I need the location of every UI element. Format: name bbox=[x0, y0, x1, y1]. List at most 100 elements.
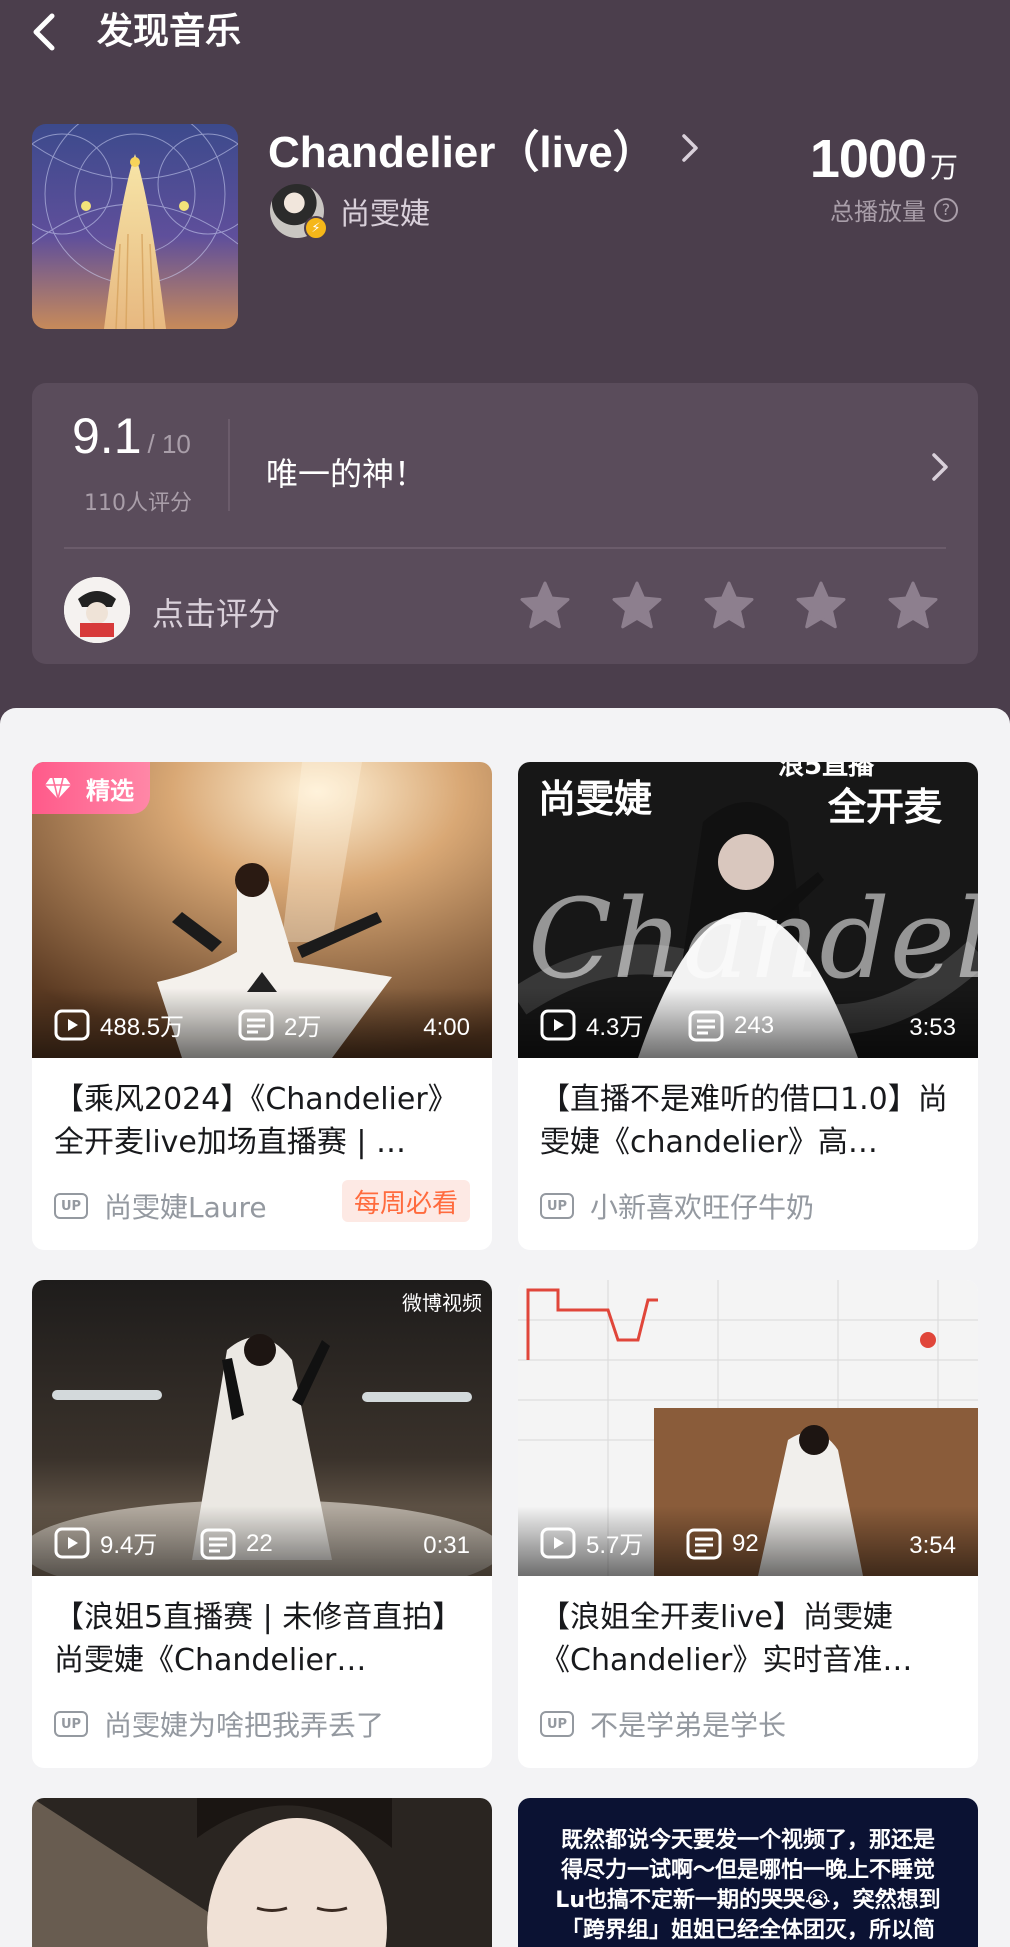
back-button[interactable] bbox=[26, 8, 66, 56]
video-thumbnail[interactable]: 5.7万 92 3:54 bbox=[518, 1280, 978, 1576]
play-count: 5.7万 bbox=[540, 1525, 643, 1560]
comment-icon bbox=[688, 1010, 724, 1042]
chevron-right-icon bbox=[682, 134, 698, 162]
weekly-badge: 每周必看 bbox=[341, 1180, 470, 1222]
score-max: / 10 bbox=[147, 429, 191, 459]
page-title: 发现音乐 bbox=[97, 11, 242, 52]
star-icon[interactable] bbox=[886, 579, 940, 633]
thumbnail-overlay: 5.7万 92 3:54 bbox=[518, 1506, 978, 1576]
uploader-name: 尚雯婕为啥把我弄丢了 bbox=[104, 1709, 385, 1742]
thumbnail-overlay: 4.3万 243 3:53 bbox=[518, 988, 978, 1058]
uploader-name: 尚雯婕Laure bbox=[104, 1191, 267, 1224]
thumbnail-text: 尚雯婕 bbox=[538, 777, 652, 821]
up-icon: UP bbox=[54, 1193, 88, 1219]
comment-count-value: 243 bbox=[734, 1012, 775, 1039]
user-avatar bbox=[64, 577, 130, 643]
comment-count-value: 22 bbox=[246, 1530, 273, 1557]
song-title: Chandelier（live） bbox=[268, 128, 657, 177]
video-thumbnail[interactable]: 微博视频 9.4万 22 0:31 bbox=[32, 1280, 492, 1576]
video-thumbnail[interactable]: 精选 488.5万 2万 4:00 bbox=[32, 762, 492, 1058]
comment-count-value: 92 bbox=[732, 1530, 759, 1557]
help-icon[interactable]: ? bbox=[934, 197, 958, 222]
album-cover[interactable] bbox=[32, 124, 238, 329]
play-count: 488.5万 bbox=[54, 1007, 184, 1042]
video-card[interactable]: 微博视频 9.4万 22 0:31 【浪姐5直播赛 | 未修音直拍】尚雯婕《Ch… bbox=[32, 1280, 492, 1768]
play-count: 9.4万 bbox=[54, 1525, 157, 1560]
nav-bar: 发现音乐 bbox=[0, 0, 1010, 64]
play-count-value: 488.5万 bbox=[100, 1014, 185, 1041]
plays-unit: 万 bbox=[929, 151, 958, 184]
thumbnail-text: Lu也搞不定新一期的哭哭😭，突然想到 bbox=[555, 1888, 941, 1913]
artist-link[interactable]: ⚡ 尚雯婕 bbox=[270, 184, 430, 240]
video-card[interactable]: 5.7万 92 3:54 【浪姐全开麦live】尚雯婕《Chandelier》实… bbox=[518, 1280, 978, 1768]
star-icon[interactable] bbox=[794, 579, 848, 633]
star-rating[interactable] bbox=[518, 579, 940, 633]
top-review[interactable]: 唯一的神！ bbox=[266, 449, 426, 495]
song-title-link[interactable]: Chandelier（live） bbox=[268, 120, 701, 177]
thumbnail-overlay: 9.4万 22 0:31 bbox=[32, 1506, 492, 1576]
star-icon[interactable] bbox=[610, 579, 664, 633]
thumbnail-text: 全开麦 bbox=[827, 785, 942, 829]
video-duration: 0:31 bbox=[423, 1532, 470, 1559]
comment-count: 2万 bbox=[238, 1007, 321, 1042]
up-icon: UP bbox=[540, 1711, 574, 1737]
plays-value: 1000 bbox=[809, 129, 927, 189]
play-count-value: 9.4万 bbox=[100, 1532, 158, 1559]
video-thumbnail[interactable]: 尚雯婕 全开麦 浪5直播 Chandelier 4.3万 243 3:53 bbox=[518, 762, 978, 1058]
play-icon bbox=[54, 1527, 90, 1558]
featured-label: 精选 bbox=[86, 776, 134, 805]
star-icon[interactable] bbox=[518, 579, 572, 633]
video-feed: 精选 488.5万 2万 4:00 【乘风2024】《Chandelier》全开… bbox=[0, 708, 1010, 1947]
video-duration: 4:00 bbox=[423, 1014, 470, 1041]
score-value: 9.1 bbox=[72, 408, 142, 464]
uploader-name: 不是学弟是学长 bbox=[590, 1709, 787, 1742]
comment-icon bbox=[686, 1528, 722, 1560]
divider bbox=[228, 419, 230, 511]
video-card[interactable] bbox=[32, 1798, 492, 1947]
divider bbox=[64, 547, 946, 549]
play-icon bbox=[540, 1009, 576, 1040]
thumbnail-overlay: 488.5万 2万 4:00 bbox=[32, 988, 492, 1058]
plays-label: 总播放量 bbox=[830, 198, 926, 226]
uploader-name: 小新喜欢旺仔牛奶 bbox=[590, 1191, 815, 1224]
video-card[interactable]: 尚雯婕 全开麦 浪5直播 Chandelier 4.3万 243 3:53 【直… bbox=[518, 762, 978, 1250]
uploader[interactable]: UP 小新喜欢旺仔牛奶 bbox=[540, 1186, 814, 1226]
song-header: 发现音乐 Chandelier（live） ⚡ 尚雯婕 1000 万 总播放量 … bbox=[0, 0, 1010, 715]
video-thumbnail[interactable]: 既然都说今天要发一个视频了，那还是 得尽力一试啊～但是哪怕一晚上不睡觉 Lu也搞… bbox=[518, 1798, 978, 1947]
artist-name: 尚雯婕 bbox=[340, 197, 430, 232]
video-title[interactable]: 【浪姐全开麦live】尚雯婕《Chandelier》实时音准… bbox=[540, 1596, 960, 1682]
thumbnail-text: 既然都说今天要发一个视频了，那还是 bbox=[560, 1828, 935, 1853]
chevron-left-icon bbox=[33, 13, 55, 51]
video-title[interactable]: 【浪姐5直播赛 | 未修音直拍】尚雯婕《Chandelier… bbox=[54, 1596, 474, 1682]
play-icon bbox=[540, 1527, 576, 1558]
total-plays: 1000 万 总播放量 ? bbox=[810, 128, 958, 227]
rating-count: 110人评分 bbox=[84, 491, 192, 516]
thumbnail-text: 浪5直播 bbox=[778, 762, 875, 781]
chevron-right-icon[interactable] bbox=[930, 451, 950, 483]
comment-icon bbox=[200, 1528, 236, 1560]
rate-prompt: 点击评分 bbox=[152, 595, 281, 633]
thumbnail-text: 「跨界组」姐姐已经全体团灭，所以简 bbox=[560, 1918, 935, 1943]
uploader[interactable]: UP 尚雯婕为啥把我弄丢了 bbox=[54, 1704, 384, 1744]
play-count-value: 5.7万 bbox=[586, 1532, 644, 1559]
rating-card: 9.1/ 10 110人评分 唯一的神！ 点击评分 bbox=[32, 383, 978, 664]
featured-badge: 精选 bbox=[32, 762, 150, 814]
comment-count-value: 2万 bbox=[284, 1014, 322, 1041]
video-thumbnail[interactable] bbox=[32, 1798, 492, 1947]
artist-avatar: ⚡ bbox=[270, 184, 328, 240]
uploader[interactable]: UP 不是学弟是学长 bbox=[540, 1704, 786, 1744]
play-count: 4.3万 bbox=[540, 1007, 643, 1042]
video-title[interactable]: 【直播不是难听的借口1.0】尚雯婕《chandelier》高… bbox=[540, 1078, 960, 1164]
up-icon: UP bbox=[540, 1193, 574, 1219]
uploader[interactable]: UP 尚雯婕Laure bbox=[54, 1186, 267, 1226]
diamond-icon bbox=[45, 777, 71, 800]
thumbnail-text: 得尽力一试啊～但是哪怕一晚上不睡觉 bbox=[560, 1858, 935, 1883]
video-card[interactable]: 既然都说今天要发一个视频了，那还是 得尽力一试啊～但是哪怕一晚上不睡觉 Lu也搞… bbox=[518, 1798, 978, 1947]
play-icon bbox=[54, 1009, 90, 1040]
comment-icon bbox=[238, 1009, 274, 1040]
video-title[interactable]: 【乘风2024】《Chandelier》全开麦live加场直播赛 | … bbox=[54, 1078, 474, 1164]
star-icon[interactable] bbox=[702, 579, 756, 633]
video-card[interactable]: 精选 488.5万 2万 4:00 【乘风2024】《Chandelier》全开… bbox=[32, 762, 492, 1250]
play-count-value: 4.3万 bbox=[586, 1014, 644, 1041]
svg-text:Chandelier: Chandelier bbox=[528, 875, 978, 1003]
